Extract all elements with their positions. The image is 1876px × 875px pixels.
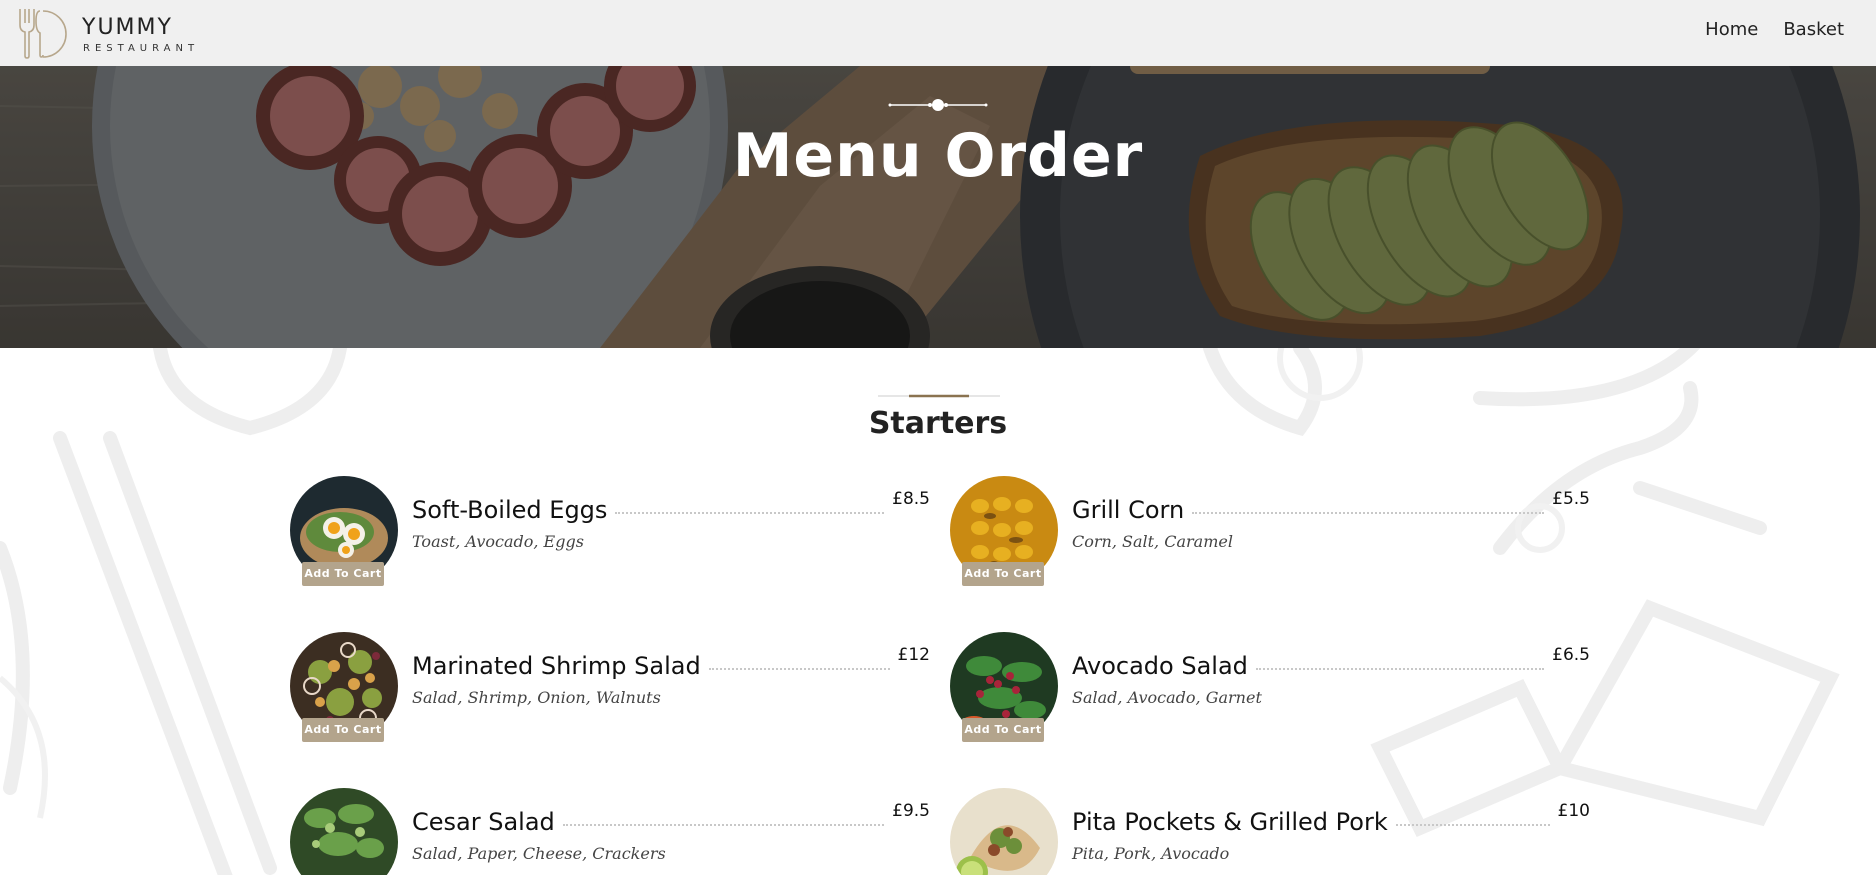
menu-item-description: Salad, Avocado, Garnet [1072,688,1262,707]
hero-ornament-divider [888,99,988,111]
menu-item-header: Avocado Salad £6.5 [1072,645,1590,680]
menu-item-description: Corn, Salt, Caramel [1072,532,1233,551]
dotted-leader [1395,824,1550,826]
main-nav: Home Basket [1705,19,1844,40]
menu-item-name: Marinated Shrimp Salad [412,652,701,680]
add-to-cart-button[interactable]: Add To Cart [302,718,384,742]
menu-item: Add To Cart Soft-Boiled Eggs £8.5 Toast,… [290,476,930,596]
dotted-leader [1192,512,1545,514]
menu-item-price: £12 [897,645,930,665]
brand-logo[interactable]: YUMMY RESTAURANT [16,7,206,59]
menu-item-description: Pita, Pork, Avocado [1072,844,1230,863]
menu-item: Cesar Salad £9.5 Salad, Paper, Cheese, C… [290,788,930,875]
menu-item-image [950,788,1058,875]
section-title-starters: Starters [868,406,1008,441]
menu-item-name: Avocado Salad [1072,652,1248,680]
add-to-cart-button[interactable]: Add To Cart [962,562,1044,586]
menu-item-header: Cesar Salad £9.5 [412,801,930,836]
cesar-salad-image [290,788,398,875]
menu-section: Starters Add To Cart Soft-Boiled Eggs £8… [0,348,1876,875]
section-divider [878,394,1000,398]
menu-item-price: £6.5 [1552,645,1590,665]
brand-subtitle: RESTAURANT [83,43,200,54]
menu-item: Add To Cart Avocado Salad £6.5 Salad, Av… [950,632,1590,752]
menu-item-header: Soft-Boiled Eggs £8.5 [412,489,930,524]
dotted-leader [615,512,885,514]
site-header: YUMMY RESTAURANT Home Basket [0,0,1876,66]
add-to-cart-button[interactable]: Add To Cart [962,718,1044,742]
menu-item-name: Cesar Salad [412,808,555,836]
menu-item-image [290,788,398,875]
menu-item-header: Pita Pockets & Grilled Pork £10 [1072,801,1590,836]
dotted-leader [1255,668,1545,670]
menu-item-name: Pita Pockets & Grilled Pork [1072,808,1388,836]
pita-pockets-image [950,788,1058,875]
dotted-leader [562,824,885,826]
fork-spoon-logo-icon [19,9,67,59]
add-to-cart-button[interactable]: Add To Cart [302,562,384,586]
nav-basket-link[interactable]: Basket [1783,19,1844,40]
menu-item: Add To Cart Grill Corn £5.5 Corn, Salt, … [950,476,1590,596]
page-title: Menu Order [732,121,1144,191]
dotted-leader [708,668,890,670]
menu-item-header: Marinated Shrimp Salad £12 [412,645,930,680]
menu-item-price: £5.5 [1552,489,1590,509]
menu-item-name: Grill Corn [1072,496,1185,524]
menu-item: Add To Cart Marinated Shrimp Salad £12 S… [290,632,930,752]
menu-item-description: Salad, Shrimp, Onion, Walnuts [412,688,661,707]
menu-item-price: £9.5 [892,801,930,821]
menu-item: Pita Pockets & Grilled Pork £10 Pita, Po… [950,788,1590,875]
brand-name: YUMMY [82,15,173,40]
menu-item-price: £8.5 [892,489,930,509]
nav-home-link[interactable]: Home [1705,19,1758,40]
menu-item-description: Salad, Paper, Cheese, Crackers [412,844,666,863]
menu-item-description: Toast, Avocado, Eggs [412,532,584,551]
menu-item-price: £10 [1557,801,1590,821]
hero-banner: Menu Order [0,66,1876,348]
menu-item-name: Soft-Boiled Eggs [412,496,608,524]
menu-item-header: Grill Corn £5.5 [1072,489,1590,524]
